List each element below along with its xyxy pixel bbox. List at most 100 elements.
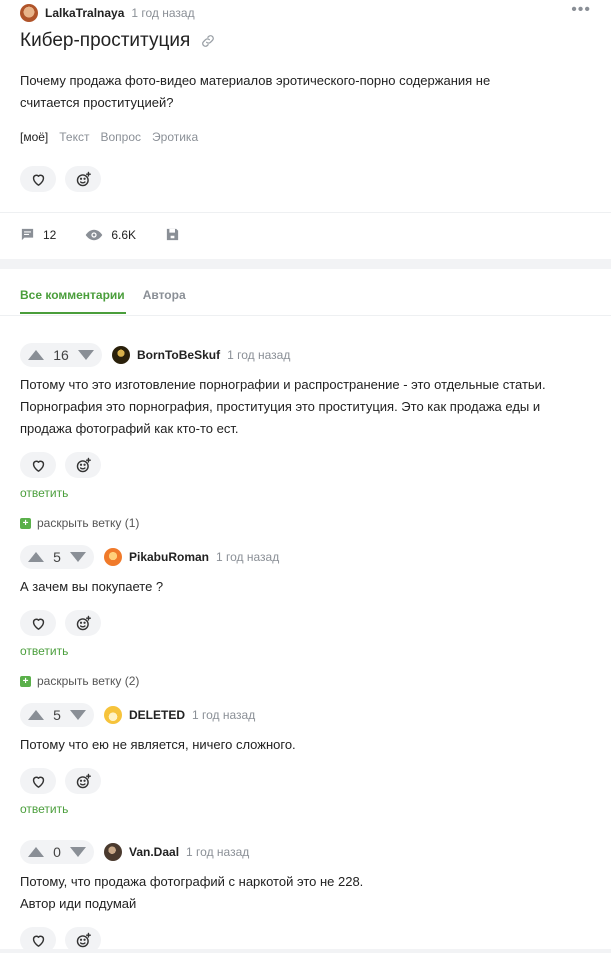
add-reaction-button[interactable] — [65, 452, 101, 478]
add-reaction-button[interactable] — [65, 166, 101, 192]
post-card: LalkaTralnaya 1 год назад ••• Кибер-прос… — [0, 0, 611, 259]
views-count: 6.6K — [111, 227, 137, 242]
add-reaction-button[interactable] — [65, 768, 101, 794]
tag-erotica[interactable]: Эротика — [152, 130, 198, 144]
vote-control: 5 — [20, 545, 94, 569]
post-tags: [моё] Текст Вопрос Эротика — [20, 130, 198, 144]
expand-thread-button[interactable]: + раскрыть ветку (1) — [20, 516, 139, 530]
post-title[interactable]: Кибер-проституция — [20, 30, 190, 52]
link-icon[interactable] — [200, 33, 216, 49]
tag-question[interactable]: Вопрос — [100, 130, 141, 144]
comment-reactions — [20, 768, 590, 794]
comment-text: Потому что ею не является, ничего сложно… — [20, 737, 296, 752]
avatar[interactable] — [104, 843, 122, 861]
expand-thread-label: раскрыть ветку (1) — [37, 516, 140, 530]
comment-reactions — [20, 927, 590, 953]
vote-control: 5 — [20, 703, 94, 727]
post-author[interactable]: LalkaTralnaya — [45, 6, 124, 20]
save-stat[interactable] — [165, 227, 188, 242]
downvote-icon[interactable] — [69, 710, 86, 720]
post-reactions — [20, 166, 101, 192]
tag-text[interactable]: Текст — [59, 130, 89, 144]
comment: 16 BornToBeSkuf 1 год назад Потому что э… — [20, 343, 590, 500]
comments-count: 12 — [43, 227, 57, 242]
comment-score: 0 — [53, 844, 61, 860]
upvote-icon[interactable] — [28, 710, 44, 720]
heart-icon — [32, 174, 44, 186]
heart-icon — [32, 460, 44, 472]
comment-time: 1 год назад — [192, 708, 256, 722]
downvote-icon[interactable] — [69, 552, 86, 562]
post-header: LalkaTralnaya 1 год назад — [20, 4, 195, 22]
eye-icon — [86, 229, 103, 240]
downvote-icon[interactable] — [69, 847, 86, 857]
like-button[interactable] — [20, 927, 56, 953]
heart-icon — [32, 776, 44, 788]
comment-text: А зачем вы покупаете ? — [20, 579, 164, 594]
comment-score: 5 — [53, 549, 61, 565]
comment-score: 16 — [53, 347, 69, 363]
divider — [0, 212, 611, 213]
like-button[interactable] — [20, 768, 56, 794]
author-avatar[interactable] — [20, 4, 38, 22]
like-button[interactable] — [20, 610, 56, 636]
comment-header: 0 Van.Daal 1 год назад — [20, 840, 590, 864]
upvote-icon[interactable] — [28, 847, 44, 857]
comment-text: Потому что это изготовление порнографии … — [20, 377, 546, 436]
smile-plus-icon — [76, 171, 91, 186]
comment-header: 5 PikabuRoman 1 год назад — [20, 545, 590, 569]
comment-text-line: Автор иди подумай — [20, 896, 137, 911]
tag-moe[interactable]: [моё] — [20, 130, 48, 144]
vote-control: 16 — [20, 343, 102, 367]
avatar[interactable] — [112, 346, 130, 364]
post-stats: 12 6.6K — [20, 227, 217, 242]
downvote-icon[interactable] — [77, 350, 94, 360]
smile-plus-icon — [76, 932, 91, 947]
comment-score: 5 — [53, 707, 61, 723]
vote-control: 0 — [20, 840, 94, 864]
reply-link[interactable]: ответить — [20, 644, 68, 658]
more-options-icon[interactable]: ••• — [571, 2, 591, 18]
expand-thread-button[interactable]: + раскрыть ветку (2) — [20, 674, 139, 688]
like-button[interactable] — [20, 452, 56, 478]
comment: 0 Van.Daal 1 год назад Потому, что прода… — [20, 840, 590, 953]
smile-plus-icon — [76, 457, 91, 472]
comment-author[interactable]: PikabuRoman — [129, 550, 209, 564]
comment-time: 1 год назад — [227, 348, 291, 362]
divider — [0, 315, 611, 316]
save-icon[interactable] — [165, 227, 180, 242]
heart-icon — [32, 935, 44, 947]
comment-icon — [21, 228, 34, 241]
comment: 5 DELETED 1 год назад Потому что ею не я… — [20, 703, 590, 816]
comment-author[interactable]: DELETED — [129, 708, 185, 722]
reply-link[interactable]: ответить — [20, 486, 68, 500]
avatar[interactable] — [104, 548, 122, 566]
add-reaction-button[interactable] — [65, 610, 101, 636]
comment-time: 1 год назад — [186, 845, 250, 859]
smile-plus-icon — [76, 615, 91, 630]
upvote-icon[interactable] — [28, 552, 44, 562]
comment-author[interactable]: Van.Daal — [129, 845, 179, 859]
heart-icon — [32, 618, 44, 630]
comment-text: Потому, что продажа фотографий с наркото… — [20, 871, 590, 915]
active-tab-indicator — [20, 312, 126, 314]
comment-header: 16 BornToBeSkuf 1 год назад — [20, 343, 590, 367]
tab-author[interactable]: Автора — [143, 288, 186, 316]
views-stat: 6.6K — [85, 228, 136, 242]
comment-author[interactable]: BornToBeSkuf — [137, 348, 220, 362]
comments-stat[interactable]: 12 — [20, 227, 56, 242]
post-time: 1 год назад — [131, 6, 195, 20]
expand-thread-label: раскрыть ветку (2) — [37, 674, 140, 688]
comment-text-line: Потому, что продажа фотографий с наркото… — [20, 874, 364, 889]
post-body: Почему продажа фото-видео материалов эро… — [20, 73, 491, 110]
smile-plus-icon — [76, 773, 91, 788]
like-button[interactable] — [20, 166, 56, 192]
comment-header: 5 DELETED 1 год назад — [20, 703, 590, 727]
upvote-icon[interactable] — [28, 350, 44, 360]
comment-time: 1 год назад — [216, 550, 280, 564]
comment-reactions — [20, 610, 590, 636]
comment-reactions — [20, 452, 590, 478]
avatar[interactable] — [104, 706, 122, 724]
add-reaction-button[interactable] — [65, 927, 101, 953]
reply-link[interactable]: ответить — [20, 802, 68, 816]
